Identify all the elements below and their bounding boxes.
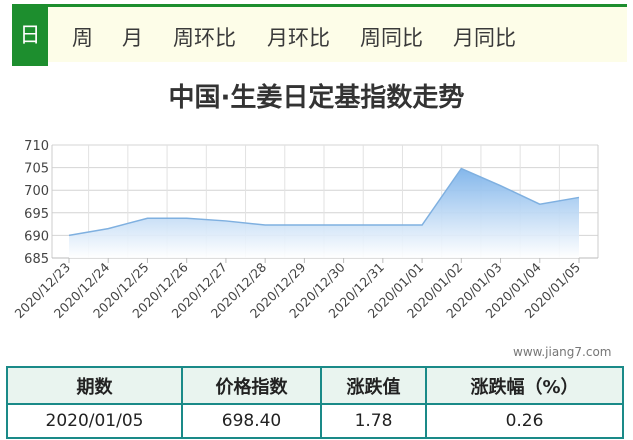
price-index-chart: 7107057006956906852020/12/232020/12/2420… xyxy=(12,139,599,321)
watermark: www.jiang7.com xyxy=(513,345,612,359)
cell-period: 2020/01/05 xyxy=(6,403,183,439)
y-tick-label: 705 xyxy=(24,162,49,177)
col-header-change-value: 涨跌值 xyxy=(320,366,427,405)
table-row: 2020/01/05 698.40 1.78 0.26 xyxy=(6,403,624,439)
cell-change-value: 1.78 xyxy=(320,403,427,439)
cell-price-index: 698.40 xyxy=(181,403,322,439)
col-header-price-index: 价格指数 xyxy=(181,366,322,405)
summary-table: 期数 价格指数 涨跌值 涨跌幅（%） 2020/01/05 698.40 1.7… xyxy=(6,366,624,439)
cell-change-percent: 0.26 xyxy=(425,403,624,439)
y-tick-label: 695 xyxy=(24,207,49,222)
col-header-change-percent: 涨跌幅（%） xyxy=(425,366,624,405)
table-header-row: 期数 价格指数 涨跌值 涨跌幅（%） xyxy=(6,366,624,405)
y-tick-label: 685 xyxy=(24,252,49,267)
y-tick-label: 700 xyxy=(24,184,49,199)
col-header-period: 期数 xyxy=(6,366,183,405)
y-tick-label: 710 xyxy=(24,139,49,154)
y-tick-label: 690 xyxy=(24,229,49,244)
